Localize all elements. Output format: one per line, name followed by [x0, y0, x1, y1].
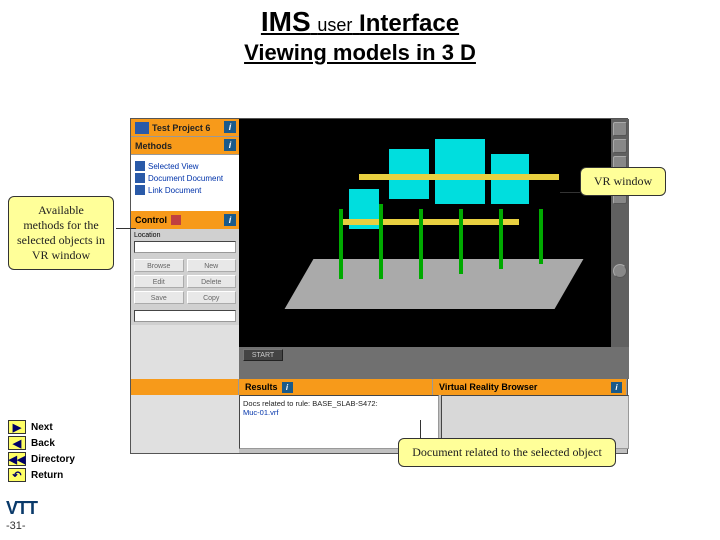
beam — [339, 219, 519, 225]
callout-document: Document related to the selected object — [398, 438, 616, 467]
nav-return[interactable]: ↶ Return — [8, 468, 75, 482]
page-number: -31- — [6, 520, 26, 532]
methods-bar[interactable]: Methods i — [131, 137, 239, 155]
viewport-footer-strip — [239, 347, 629, 379]
method-item[interactable]: Selected View — [135, 161, 235, 171]
tab-results[interactable]: Results i — [239, 379, 433, 395]
method-icon — [135, 161, 145, 171]
ground-slab — [285, 259, 584, 309]
edit-button[interactable]: Edit — [134, 275, 184, 288]
methods-label: Methods — [135, 141, 172, 151]
vp-compass-button[interactable] — [613, 264, 627, 278]
nav-directory[interactable]: ◀◀ Directory — [8, 452, 75, 466]
pole — [499, 209, 503, 269]
callout-doc-text: Document related to the selected object — [412, 445, 602, 459]
save-button[interactable]: Save — [134, 291, 184, 304]
vr-viewport[interactable] — [239, 119, 629, 347]
tab-vr-browser[interactable]: Virtual Reality Browser i — [433, 379, 627, 395]
tab-results-label: Results — [245, 382, 278, 392]
callout-pointer — [420, 420, 421, 438]
vtt-logo-text: VTT — [6, 498, 37, 518]
copy-button[interactable]: Copy — [187, 291, 237, 304]
nav-next-label: Next — [31, 422, 53, 433]
beam — [359, 174, 559, 180]
method-icon — [135, 185, 145, 195]
title-subtitle: Viewing models in 3 D — [0, 40, 720, 66]
title-user: user — [317, 15, 352, 35]
new-button[interactable]: New — [187, 259, 237, 272]
building-block — [435, 139, 485, 204]
button-grid: Browse New Edit Delete Save Copy — [131, 256, 239, 307]
location-label: Location — [134, 232, 236, 239]
directory-icon: ◀◀ — [8, 452, 26, 466]
title-ims: IMS — [261, 6, 311, 37]
dropdown[interactable] — [134, 310, 236, 322]
callout-methods-text: Available methods for the selected objec… — [17, 203, 105, 262]
vp-tool-button[interactable] — [613, 122, 627, 136]
method-item[interactable]: Document Document — [135, 173, 235, 183]
info-icon[interactable]: i — [611, 382, 622, 393]
vp-tool-button[interactable] — [613, 139, 627, 153]
method-label: Link Document — [148, 186, 201, 195]
method-label: Selected View — [148, 162, 199, 171]
info-icon[interactable]: i — [224, 139, 236, 151]
info-icon[interactable]: i — [282, 382, 293, 393]
info-icon[interactable]: i — [224, 214, 236, 226]
pole — [539, 209, 543, 264]
panel-top-bar: Test Project 6 i — [131, 119, 239, 137]
control-label: Control — [135, 215, 167, 225]
nav-back[interactable]: ◀ Back — [8, 436, 75, 450]
project-icon — [135, 122, 149, 134]
results-line1: Docs related to rule: BASE_SLAB-S472: — [243, 399, 435, 408]
vtt-logo: VTT — [6, 498, 37, 519]
next-icon: ▶ — [8, 420, 26, 434]
slide-title: IMS user Interface Viewing models in 3 D — [0, 0, 720, 66]
left-panel: Test Project 6 i Methods i Selected View… — [131, 119, 239, 453]
tab-spacer — [131, 379, 239, 395]
app-window: Test Project 6 i Methods i Selected View… — [130, 118, 628, 454]
method-item[interactable]: Link Document — [135, 185, 235, 195]
methods-section: Selected View Document Document Link Doc… — [131, 155, 239, 211]
method-icon — [135, 173, 145, 183]
results-line2[interactable]: Muc-01.vrf — [243, 408, 435, 417]
viewport-toolbar — [611, 119, 629, 347]
return-icon: ↶ — [8, 468, 26, 482]
delete-button[interactable]: Delete — [187, 275, 237, 288]
callout-methods: Available methods for the selected objec… — [8, 196, 114, 270]
dropdown-section — [131, 307, 239, 325]
title-interface: Interface — [359, 10, 459, 37]
location-input[interactable] — [134, 241, 236, 253]
control-icon — [171, 215, 181, 225]
nav-directory-label: Directory — [31, 454, 75, 465]
bottom-tabs: Results i Virtual Reality Browser i — [131, 379, 627, 395]
start-button[interactable]: START — [243, 349, 283, 361]
info-icon[interactable]: i — [224, 121, 236, 133]
callout-pointer — [560, 192, 580, 193]
pole — [419, 209, 423, 279]
nav-back-label: Back — [31, 438, 55, 449]
control-bar[interactable]: Control i — [131, 211, 239, 229]
tab-vr-label: Virtual Reality Browser — [439, 382, 537, 392]
browse-button[interactable]: Browse — [134, 259, 184, 272]
pole — [339, 209, 343, 279]
method-label: Document Document — [148, 174, 223, 183]
pole — [459, 209, 463, 274]
nav-next[interactable]: ▶ Next — [8, 420, 75, 434]
callout-vr-text: VR window — [594, 174, 652, 188]
callout-pointer — [116, 228, 136, 229]
project-label: Test Project 6 — [152, 123, 210, 133]
nav-return-label: Return — [31, 470, 63, 481]
location-section: Location — [131, 229, 239, 256]
nav-legend: ▶ Next ◀ Back ◀◀ Directory ↶ Return — [8, 418, 75, 484]
pole — [379, 204, 383, 279]
callout-vr: VR window — [580, 167, 666, 196]
back-icon: ◀ — [8, 436, 26, 450]
